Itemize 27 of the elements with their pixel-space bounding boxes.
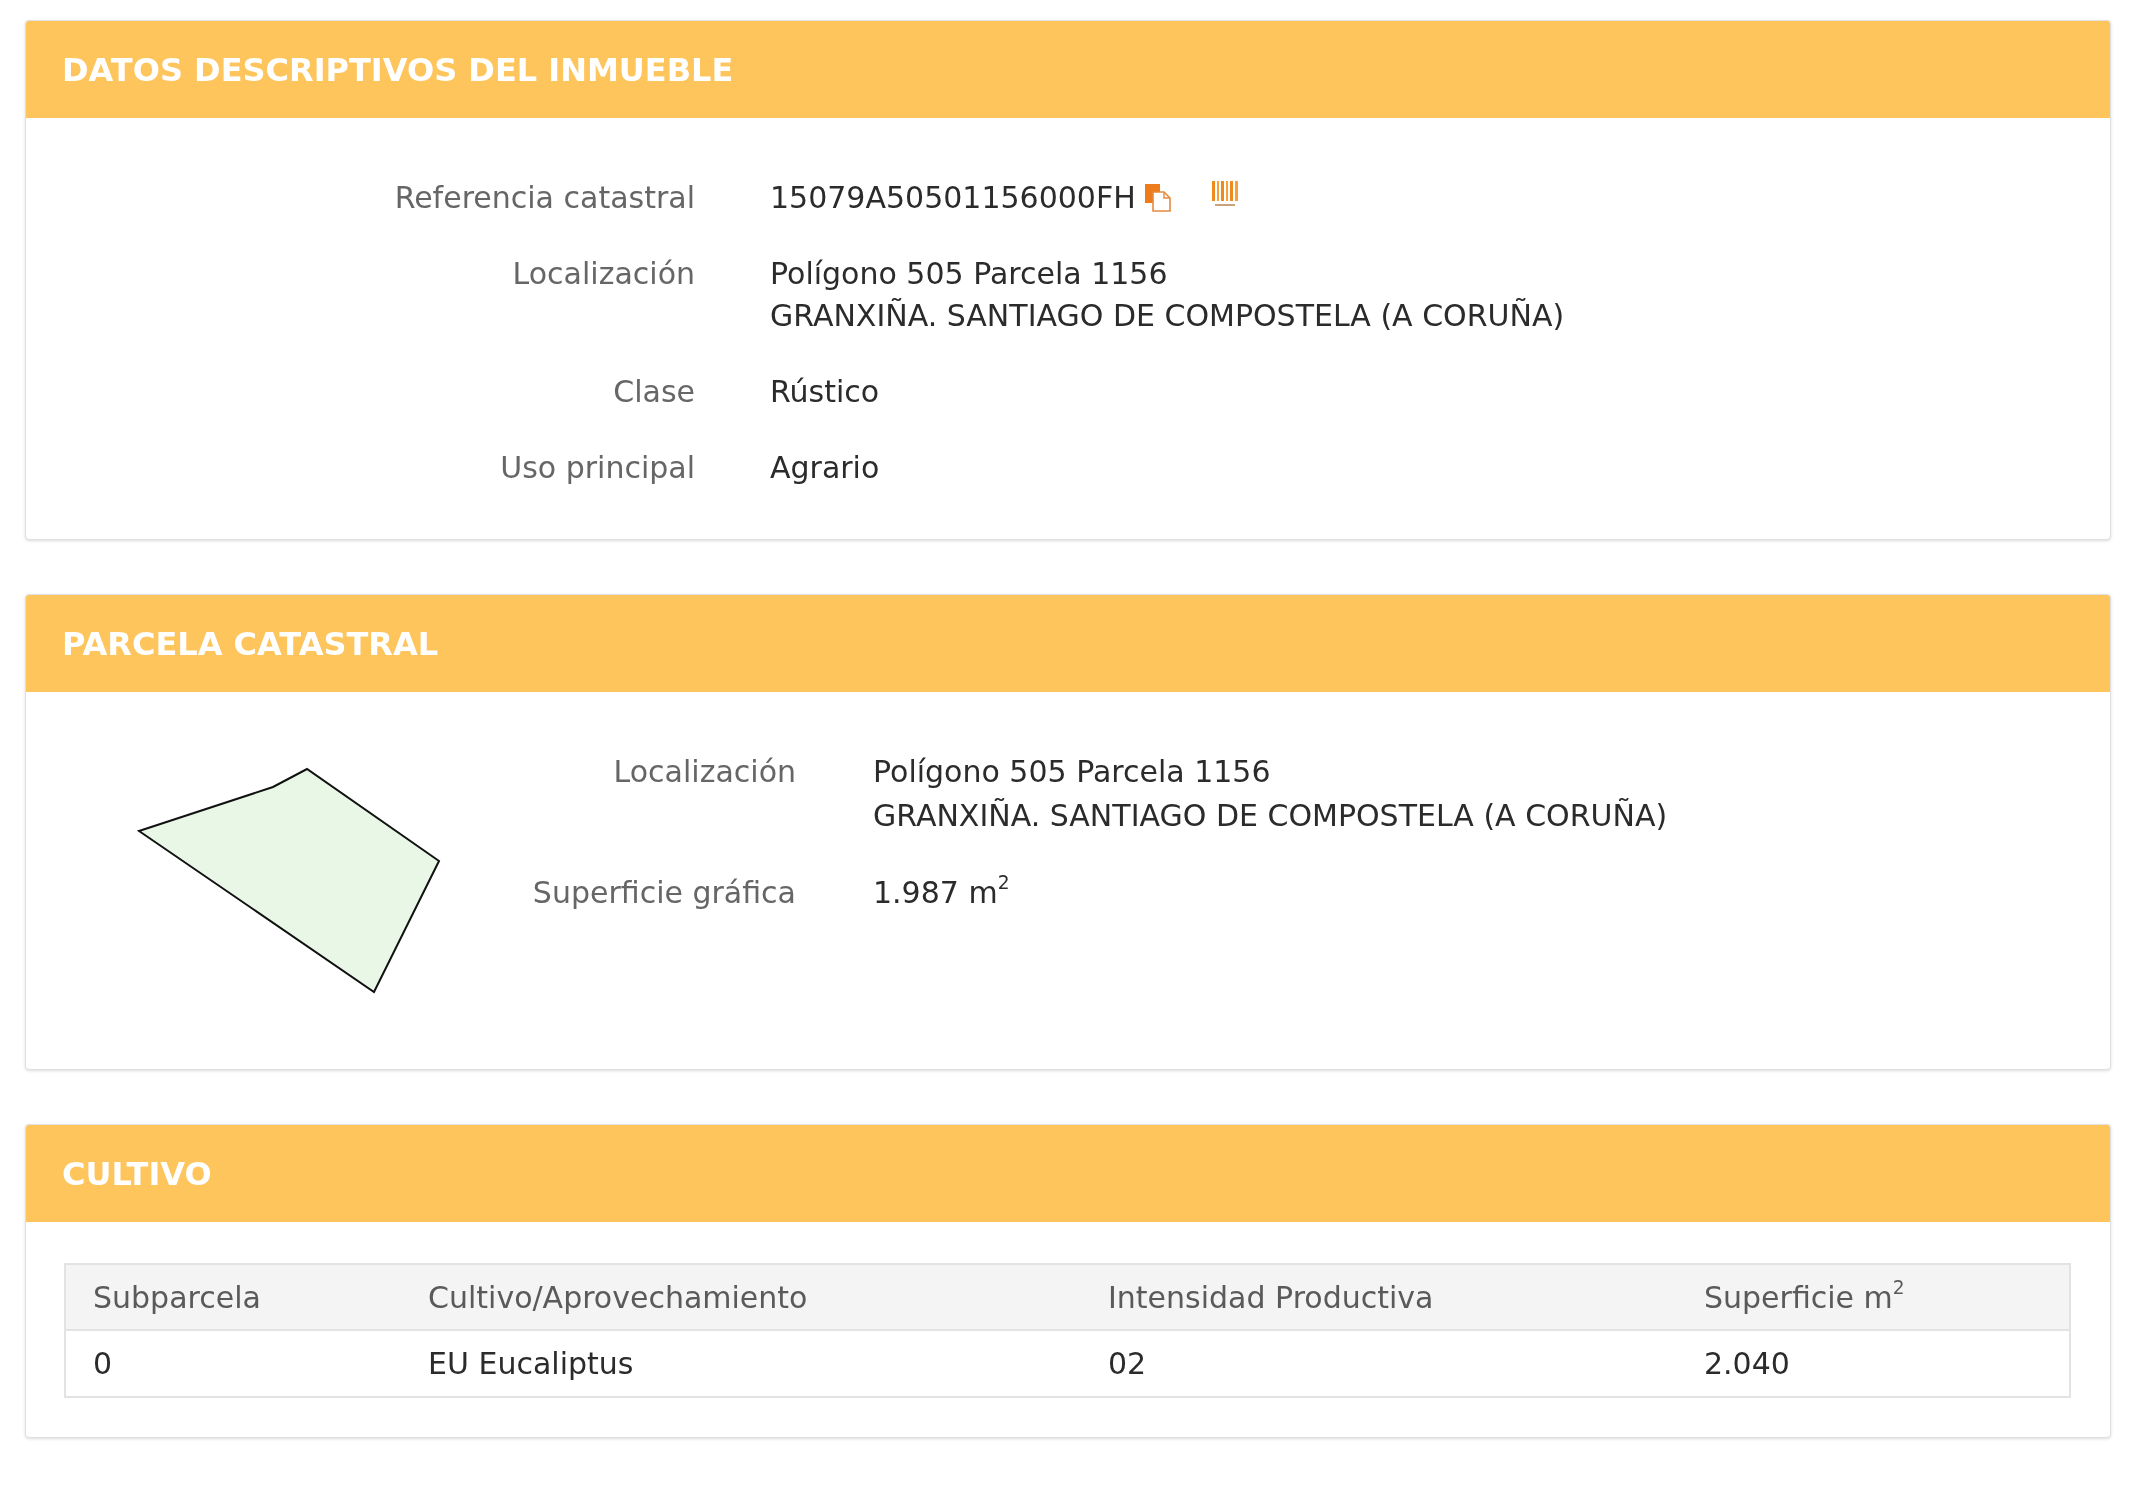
table-cell: 2.040 bbox=[1677, 1330, 2070, 1397]
field-label: Uso principal bbox=[500, 449, 695, 487]
table-cell: 02 bbox=[1081, 1330, 1677, 1397]
field-value: Polígono 505 Parcela 1156 bbox=[873, 753, 1271, 791]
field-label: Superficie gráfica bbox=[532, 874, 796, 912]
field-value: Agrario bbox=[770, 449, 880, 487]
column-header: Superficie m$^{2}$ bbox=[1677, 1264, 2070, 1330]
field-value: 1.987 m$^{2}$ bbox=[873, 871, 1010, 912]
section-title: DATOS DESCRIPTIVOS DEL INMUEBLE bbox=[62, 50, 734, 89]
field-value: GRANXIÑA. SANTIAGO DE COMPOSTELA (A CORUÑA) bbox=[873, 797, 1668, 835]
field-label: Localización bbox=[512, 255, 695, 293]
copy-icon[interactable] bbox=[1144, 184, 1171, 212]
field-value: GRANXIÑA. SANTIAGO DE COMPOSTELA (A CORUÑA) bbox=[770, 297, 1565, 335]
field-value: 15079A50501156000FH bbox=[770, 179, 1136, 217]
barcode-icon[interactable] bbox=[1210, 180, 1241, 208]
field-label: Clase bbox=[613, 373, 695, 411]
field-value: Polígono 505 Parcela 1156 bbox=[770, 255, 1168, 293]
column-header: Intensidad Productiva bbox=[1081, 1264, 1677, 1330]
field-label: Localización bbox=[613, 753, 796, 791]
section-title: PARCELA CATASTRAL bbox=[62, 624, 439, 663]
column-header: Cultivo/Aprovechamiento bbox=[401, 1264, 1081, 1330]
field-label: Referencia catastral bbox=[394, 179, 695, 217]
table-cell: 0 bbox=[65, 1330, 401, 1397]
table-cell: EU Eucaliptus bbox=[401, 1330, 1081, 1397]
column-header: Subparcela bbox=[65, 1264, 401, 1330]
field-value: Rústico bbox=[770, 373, 880, 411]
section-title: CULTIVO bbox=[62, 1154, 212, 1193]
